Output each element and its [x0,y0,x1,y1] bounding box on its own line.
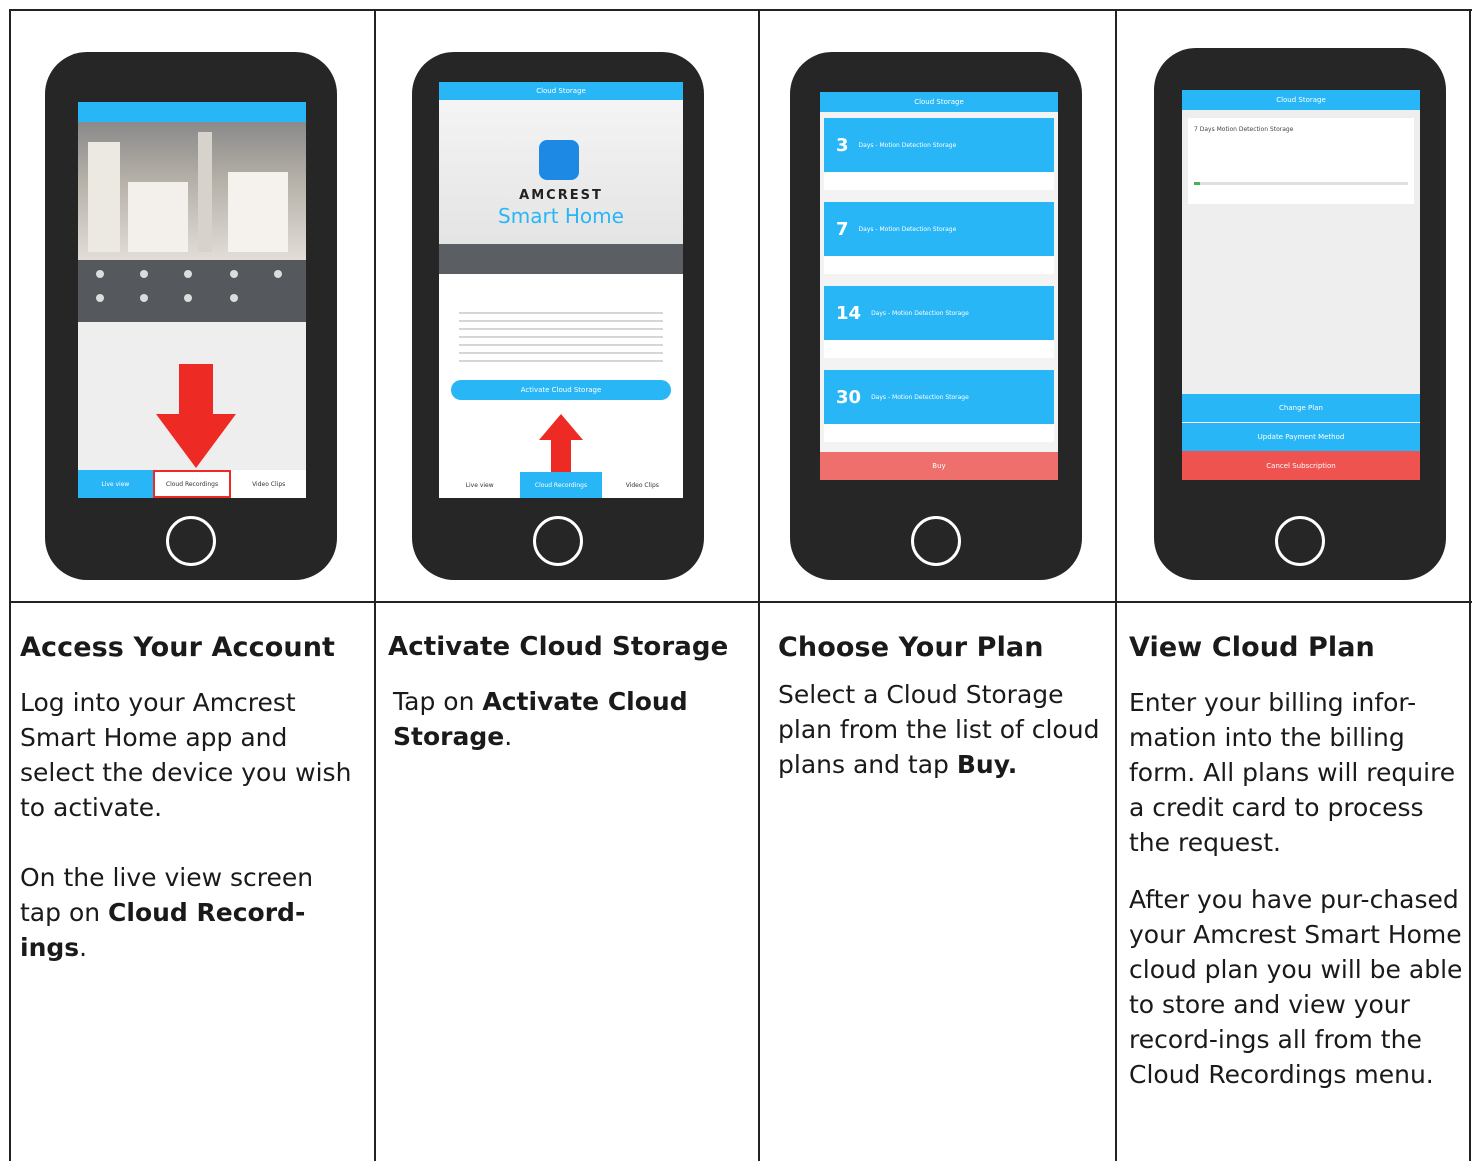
tab-live-view[interactable]: Live view [78,470,153,498]
smart-home-app-icon [539,140,579,180]
column-1-text: Access Your Account Log into your Amcres… [20,632,360,965]
live-view-controls [78,260,306,322]
phone-2-screen: Cloud Storage AMCREST Smart Home Activat… [439,82,683,498]
body-after-purchase: After you have pur-chased your Amcrest S… [1129,885,1463,1089]
feature-strip [439,244,683,274]
phone-4-screen: Cloud Storage 7 Days Motion Detection St… [1182,90,1420,480]
red-arrow-down-icon [156,364,236,468]
column-3-text: Choose Your Plan Select a Cloud Storage … [778,632,1108,782]
grid-line-right [1469,9,1471,1161]
phone-3-screen: Cloud Storage 3 Days - Motion Detection … [820,92,1058,480]
plan-days-30: 30 [836,386,862,408]
grid-line-3 [1115,9,1117,1161]
title-access-your-account: Access Your Account [20,632,336,663]
grid-line-left [9,9,11,1161]
plan-days-7: 7 [836,218,849,240]
tab-video-clips[interactable]: Video Clips [231,470,306,498]
body-activate: Tap on Activate Cloud Storage. [393,687,688,751]
column-4-text: View Cloud Plan Enter your billing infor… [1129,632,1463,1092]
plan-card-14[interactable]: 14 Days - Motion Detection Storage [824,286,1054,358]
plan-label-14: Days - Motion Detection Storage [871,309,969,317]
live-view-header [78,102,306,122]
plan-line: 7 Days Motion Detection Storage [1194,126,1294,133]
red-arrow-up-icon [539,414,583,474]
home-button-icon [533,516,583,566]
update-payment-button[interactable]: Update Payment Method [1182,423,1420,451]
logo-amcrest: AMCREST [519,188,603,203]
bottom-tab-bar: Live view Cloud Recordings Video Clips [439,472,683,498]
plan-days-3: 3 [836,134,849,156]
phone-2: Cloud Storage AMCREST Smart Home Activat… [412,52,704,580]
home-button-icon [1275,516,1325,566]
grid-line-top [9,9,1472,11]
body-live-view: On the live view screen tap on Cloud Rec… [20,863,314,962]
change-plan-button[interactable]: Change Plan [1182,394,1420,423]
grid-line-1 [374,9,376,1161]
bottom-tab-bar: Live view Cloud Recordings Video Clips [78,470,306,498]
grid-line-2 [758,9,760,1161]
tab-live-view[interactable]: Live view [439,472,520,498]
buy-button[interactable]: Buy [820,452,1058,480]
phone-4: Cloud Storage 7 Days Motion Detection St… [1154,48,1446,580]
cloud-storage-header: Cloud Storage [439,82,683,100]
plan-label-7: Days - Motion Detection Storage [858,225,957,233]
home-button-icon [166,516,216,566]
hero-banner: AMCREST Smart Home [439,100,683,244]
body-access-account: Log into your Amcrest Smart Home app and… [20,688,352,822]
grid-line-middle [9,601,1472,603]
cloud-storage-header: Cloud Storage [820,92,1058,112]
plan-days-14: 14 [836,302,862,324]
phone-3: Cloud Storage 3 Days - Motion Detection … [790,52,1082,580]
logo-smart-home: Smart Home [498,204,624,228]
column-2-text: Activate Cloud Storage Tap on Activate C… [388,632,748,754]
home-button-icon [911,516,961,566]
plan-details-card: 7 Days Motion Detection Storage [1188,118,1414,204]
camera-feed-image [78,122,306,260]
plan-card-30[interactable]: 30 Days - Motion Detection Storage [824,370,1054,442]
body-choose-plan: Select a Cloud Storage plan from the lis… [778,680,1100,779]
activate-cloud-storage-button[interactable]: Activate Cloud Storage [451,380,671,400]
title-activate-cloud-storage: Activate Cloud Storage [388,632,729,662]
plan-label-3: Days - Motion Detection Storage [858,141,957,149]
phone-1-screen: Live view Cloud Recordings Video Clips [78,102,306,498]
tab-video-clips[interactable]: Video Clips [602,472,683,498]
title-view-cloud-plan: View Cloud Plan [1129,632,1375,663]
cancel-subscription-button[interactable]: Cancel Subscription [1182,451,1420,480]
body-billing: Enter your billing infor-mation into the… [1129,688,1456,857]
title-choose-your-plan: Choose Your Plan [778,632,1044,663]
plan-progress-bar [1194,182,1408,185]
info-text-block [459,312,663,362]
phone-1: Live view Cloud Recordings Video Clips [45,52,337,580]
plan-card-7[interactable]: 7 Days - Motion Detection Storage [824,202,1054,274]
plan-label-30: Days - Motion Detection Storage [871,393,969,401]
plan-card-3[interactable]: 3 Days - Motion Detection Storage [824,118,1054,190]
cloud-storage-header: Cloud Storage [1182,90,1420,110]
tab-cloud-recordings[interactable]: Cloud Recordings [152,470,232,498]
tab-cloud-recordings[interactable]: Cloud Recordings [520,472,602,498]
